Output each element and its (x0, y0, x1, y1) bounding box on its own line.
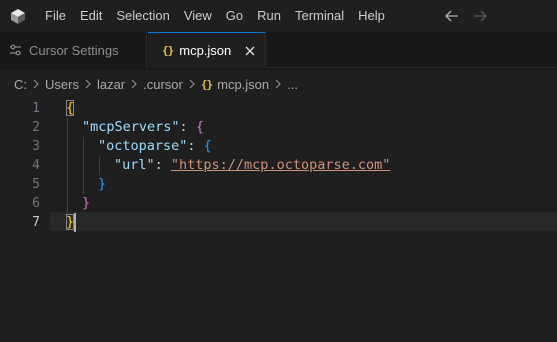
text-cursor (74, 213, 76, 232)
tab-cursor-settings[interactable]: Cursor Settings (0, 32, 147, 68)
menu-selection[interactable]: Selection (109, 0, 176, 32)
indent-guide (99, 156, 100, 175)
open-brace: { (66, 100, 75, 116)
code-line-2: "mcpServers": { (82, 118, 204, 137)
tab-label: Cursor Settings (29, 42, 119, 58)
code-line-4: "url": "https://mcp.octoparse.com" (114, 156, 390, 175)
tab-mcp-json[interactable]: {} mcp.json (148, 32, 266, 68)
line-number: 3 (32, 139, 40, 154)
indent-guide (67, 118, 68, 213)
line-number: 6 (32, 196, 40, 211)
settings-icon (9, 44, 22, 56)
json-key-octoparse: "octoparse" (98, 138, 188, 154)
colon: : (179, 119, 196, 135)
back-arrow-icon[interactable] (444, 7, 460, 25)
code-line-3: "octoparse": { (98, 137, 212, 156)
cursor-logo-icon (10, 8, 26, 24)
chevron-right-icon (33, 79, 39, 89)
json-key-mcpservers: "mcpServers" (82, 119, 180, 135)
json-braces-icon: {} (162, 44, 174, 57)
menu-run[interactable]: Run (250, 0, 288, 32)
chevron-right-icon (85, 79, 91, 89)
line-number: 5 (32, 177, 40, 192)
line-number: 2 (32, 120, 40, 135)
url-link[interactable]: "https://mcp.octoparse.com" (171, 157, 390, 173)
menu-help[interactable]: Help (351, 0, 392, 32)
close-brace: } (98, 176, 107, 192)
menu-edit[interactable]: Edit (73, 0, 109, 32)
chevron-right-icon (275, 79, 282, 89)
line-number: 1 (32, 101, 40, 116)
tab-label: mcp.json (179, 43, 232, 58)
colon: : (187, 138, 204, 154)
open-brace: { (195, 119, 204, 135)
line-number: 4 (32, 158, 40, 173)
json-key-url: "url" (114, 157, 155, 173)
chevron-right-icon (131, 79, 137, 89)
menu-view[interactable]: View (177, 0, 219, 32)
code-line-6: } (82, 194, 90, 213)
breadcrumb-file[interactable]: mcp.json (217, 77, 269, 92)
breadcrumb: C: Users lazar .cursor {} mcp.json ... (0, 70, 557, 98)
current-line-highlight (50, 212, 557, 231)
code-line-7: } (66, 213, 75, 232)
indent-guide (83, 137, 84, 194)
breadcrumb-lazar[interactable]: lazar (97, 77, 125, 92)
navigation-arrows (444, 7, 488, 25)
colon: : (154, 157, 171, 173)
close-brace: } (66, 214, 75, 230)
menu-go[interactable]: Go (219, 0, 250, 32)
menu-file[interactable]: File (40, 0, 73, 32)
json-braces-icon: {} (200, 77, 213, 91)
breadcrumb-drive[interactable]: C: (14, 77, 27, 92)
close-icon[interactable] (243, 44, 257, 58)
breadcrumb-cursor-folder[interactable]: .cursor (143, 77, 183, 92)
close-brace: } (82, 195, 91, 211)
open-brace: { (203, 138, 212, 154)
code-line-1: { (66, 99, 75, 118)
chevron-right-icon (189, 79, 195, 89)
line-number-current: 7 (32, 215, 40, 230)
menu-terminal[interactable]: Terminal (288, 0, 351, 32)
forward-arrow-icon[interactable] (472, 7, 488, 25)
breadcrumb-users[interactable]: Users (45, 77, 79, 92)
line-number-gutter: 1 2 3 4 5 6 7 (0, 98, 50, 342)
breadcrumb-symbols[interactable]: ... (287, 77, 298, 92)
code-line-5: } (98, 175, 106, 194)
code-editor[interactable]: 1 2 3 4 5 6 7 { "mcpServers": { "octopar… (0, 98, 557, 342)
tab-bar: Cursor Settings {} mcp.json (0, 32, 557, 68)
title-bar: File Edit Selection View Go Run Terminal… (0, 0, 557, 32)
